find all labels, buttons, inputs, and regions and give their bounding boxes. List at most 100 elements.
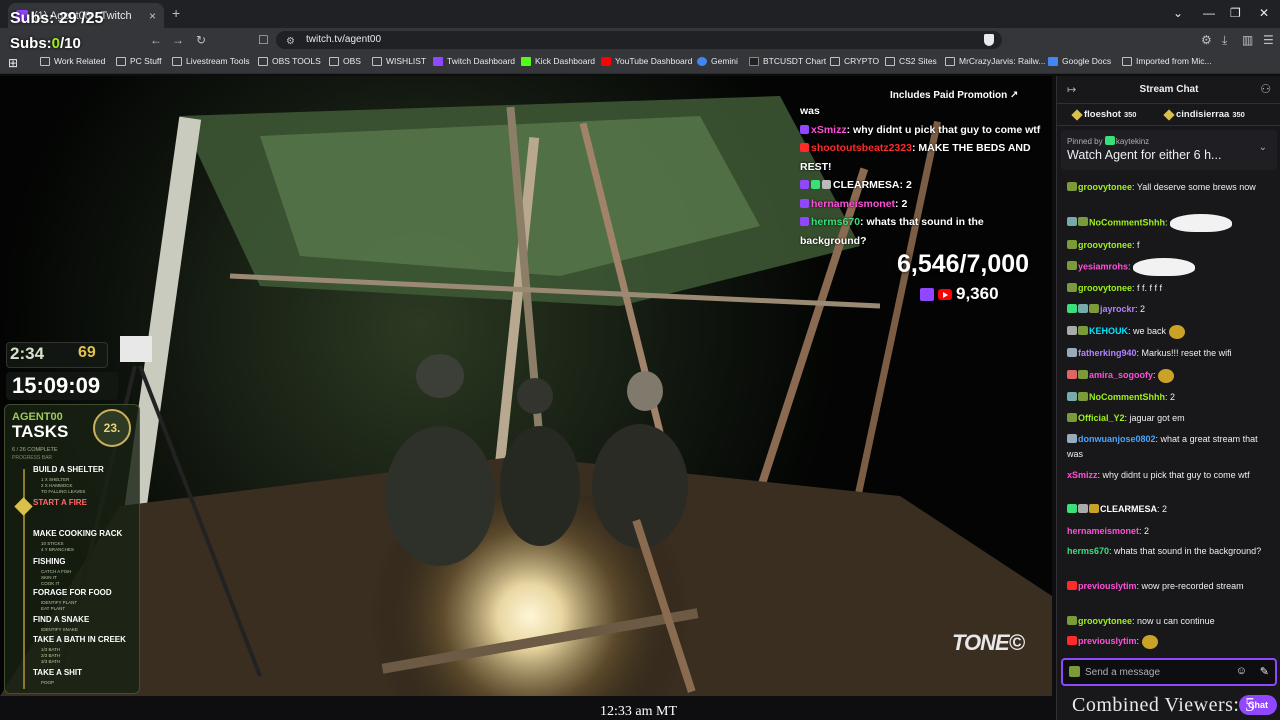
chat-message[interactable]: amira_sogoofy: — [1067, 368, 1273, 383]
chat-message[interactable]: groovytonee: f — [1067, 238, 1273, 253]
chat-message[interactable]: NoCommentShhh: 2 — [1067, 390, 1273, 405]
sub-badge-icon — [800, 180, 809, 189]
gifter-item[interactable]: cindisierraa 350 — [1163, 108, 1245, 121]
brave-shield-icon[interactable] — [984, 34, 994, 46]
paid-promotion-label[interactable]: Includes Paid Promotion ↗ — [890, 90, 1018, 101]
emote-picker-icon[interactable]: ☺ — [1236, 665, 1247, 677]
chat-message[interactable]: xSmizz: why didnt u pick that guy to com… — [1067, 468, 1273, 483]
chat-message[interactable]: CLEARMESA: 2 — [1067, 502, 1273, 517]
youtube-icon — [601, 56, 611, 66]
chat-user[interactable]: KEHOUK — [1089, 326, 1128, 336]
maximize-button[interactable]: ❐ — [1230, 6, 1241, 20]
tab-close-icon[interactable]: × — [149, 9, 156, 23]
extensions-icon[interactable]: ⚙ — [1201, 33, 1212, 47]
chat-text: f — [1137, 240, 1140, 250]
site-info-icon[interactable]: ⚙ — [286, 33, 295, 51]
task-item: FORAGE FOR FOOD — [33, 588, 112, 597]
chat-user[interactable]: amira_sogoofy — [1089, 370, 1153, 380]
chat-user[interactable]: xSmizz — [1067, 470, 1098, 480]
chat-header: ↦ Stream Chat ⚇ — [1057, 76, 1280, 104]
bookmark-item[interactable]: Twitch Dashboard — [433, 56, 515, 66]
close-window-button[interactable]: ✕ — [1259, 6, 1269, 20]
bookmark-item[interactable]: OBS — [329, 56, 361, 66]
chat-user[interactable]: previouslytim — [1078, 636, 1137, 646]
chat-user[interactable]: donwuanjose0802 — [1078, 434, 1156, 444]
chat-message[interactable]: NoCommentShhh: — [1067, 214, 1273, 232]
chat-message-input[interactable] — [1085, 664, 1235, 680]
chat-user[interactable]: herms670 — [1067, 546, 1109, 556]
video-player[interactable]: Includes Paid Promotion ↗ was xSmizz: wh… — [0, 76, 1052, 696]
sub-badge-icon — [1078, 392, 1088, 401]
community-icon[interactable]: ⚇ — [1260, 82, 1271, 96]
bookmark-item[interactable]: Kick Dashboard — [521, 56, 595, 66]
chat-user[interactable]: NoCommentShhh — [1089, 217, 1165, 227]
overlay-chat-line: herms670: whats that sound in the backgr… — [800, 216, 984, 247]
chat-user[interactable]: hernameismonet — [1067, 526, 1139, 536]
chat-message[interactable]: hernameismonet: 2 — [1067, 524, 1273, 539]
apps-icon[interactable]: ⊞ — [8, 56, 18, 70]
chat-user[interactable]: groovytonee — [1078, 182, 1132, 192]
bookmark-item[interactable]: YouTube Dashboard — [601, 56, 692, 66]
back-icon[interactable]: ← — [150, 33, 162, 47]
bits-icon[interactable] — [1069, 666, 1080, 677]
chat-message[interactable]: groovytonee: f f. f f f — [1067, 281, 1273, 296]
commands-icon[interactable]: ✎ — [1260, 665, 1269, 678]
url-text: twitch.tv/agent00 — [306, 34, 382, 45]
bookmark-item[interactable]: Imported from Mic... — [1122, 56, 1212, 66]
bookmark-icon[interactable]: ☐ — [258, 33, 269, 47]
chat-user[interactable]: fatherking940 — [1078, 348, 1137, 358]
menu-icon[interactable]: ☰ — [1263, 33, 1274, 47]
chat-user[interactable]: CLEARMESA — [1100, 504, 1157, 514]
bookmark-item[interactable]: Livestream Tools — [172, 56, 250, 66]
gifter-name: floeshot — [1084, 109, 1121, 120]
chat-message[interactable]: groovytonee: Yall deserve some brews now — [1067, 180, 1273, 195]
chat-message[interactable]: KEHOUK: we back — [1067, 324, 1273, 339]
chat-message[interactable]: herms670: whats that sound in the backgr… — [1067, 544, 1273, 559]
chat-user[interactable]: yesiamrohs — [1078, 261, 1128, 271]
chat-message[interactable]: previouslytim: — [1067, 634, 1273, 649]
combined-viewers-overlay: Combined Viewers: 5 — [1072, 694, 1256, 716]
chat-user[interactable]: previouslytim — [1078, 581, 1137, 591]
chat-user[interactable]: groovytonee — [1078, 616, 1132, 626]
download-icon[interactable]: ⤓ — [1222, 33, 1227, 48]
bookmark-item[interactable]: CS2 Sites — [885, 56, 937, 66]
chat-message[interactable]: groovytonee: now u can continue — [1067, 614, 1273, 629]
chat-message[interactable]: yesiamrohs: — [1067, 258, 1273, 276]
chat-message[interactable]: Official_Y2: jaguar got em — [1067, 411, 1273, 426]
new-tab-button[interactable]: + — [172, 5, 180, 21]
url-field[interactable]: ⚙ twitch.tv/agent00 — [276, 31, 1002, 49]
sub-badge-icon — [1067, 434, 1077, 443]
paid-promotion-text: Includes Paid Promotion — [890, 90, 1008, 101]
tab-search-icon[interactable]: ⌄ — [1173, 6, 1183, 20]
chat-message[interactable]: donwuanjose0802: what a great stream tha… — [1067, 432, 1273, 461]
bookmark-item[interactable]: Google Docs — [1048, 56, 1111, 66]
gifter-amount: 350 — [1232, 110, 1245, 119]
chat-message[interactable]: previouslytim: wow pre-recorded stream — [1067, 579, 1273, 594]
bookmark-item[interactable]: CRYPTO — [830, 56, 879, 66]
chat-user[interactable]: Official_Y2 — [1078, 413, 1125, 423]
bookmark-item[interactable]: Gemini — [697, 56, 738, 66]
task-sub: IDENTIFY SNAKE — [41, 627, 78, 632]
bookmark-item[interactable]: WISHLIST — [372, 56, 426, 66]
views-count: 9,360 — [956, 284, 999, 303]
reload-icon[interactable]: ↻ — [196, 33, 206, 47]
pinned-message[interactable]: Pinned by kaytekinz Watch Agent for eith… — [1061, 130, 1277, 170]
sidebar-icon[interactable]: ▥ — [1242, 33, 1253, 47]
folder-icon — [172, 56, 182, 66]
bookmark-item[interactable]: Work Related — [40, 56, 105, 66]
bookmark-item[interactable]: MrCrazyJarvis: Railw... — [945, 56, 1045, 66]
chat-user[interactable]: NoCommentShhh — [1089, 392, 1165, 402]
chat-message[interactable]: jayrockr: 2 — [1067, 302, 1273, 317]
chat-user[interactable]: groovytonee — [1078, 283, 1132, 293]
chat-input-box[interactable]: ☺ ✎ — [1061, 658, 1277, 686]
chevron-down-icon[interactable]: ⌄ — [1259, 142, 1267, 153]
forward-icon[interactable]: → — [172, 33, 184, 47]
chat-user[interactable]: jayrockr — [1100, 304, 1135, 314]
chat-user[interactable]: groovytonee — [1078, 240, 1132, 250]
gifter-item[interactable]: floeshot 350 — [1071, 108, 1136, 121]
chat-message[interactable]: fatherking940: Markus!!! reset the wifi — [1067, 346, 1273, 361]
bookmark-item[interactable]: OBS TOOLS — [258, 56, 321, 66]
bookmark-item[interactable]: PC Stuff — [116, 56, 162, 66]
minimize-button[interactable]: — — [1203, 6, 1215, 20]
bookmark-item[interactable]: BTCUSDT Chart — [749, 56, 826, 66]
